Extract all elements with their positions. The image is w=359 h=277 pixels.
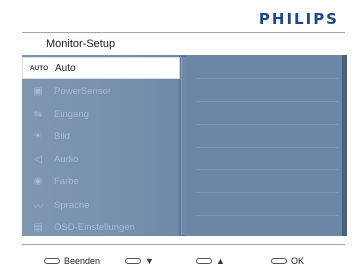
ok-button[interactable]: OK [271, 256, 304, 266]
menu-item-label: Audio [54, 153, 79, 165]
submenu-divider [196, 169, 338, 170]
osd-window: PHILIPS Monitor-Setup AUTO Auto ▣ PowerS… [0, 0, 359, 277]
brand-logo: PHILIPS [258, 10, 339, 28]
menu-item-label: Sprache [54, 199, 90, 211]
down-button[interactable]: ▼ [125, 256, 154, 266]
menu-item-farbe[interactable]: ◉ Farbe [22, 170, 178, 192]
button-oval-icon [196, 258, 212, 264]
menu-item-label: OSD-Einstellungen [54, 221, 135, 233]
language-icon: 〰 [33, 201, 43, 213]
osd-settings-icon: ▤ [33, 221, 43, 233]
menu-item-label: Farbe [54, 175, 79, 187]
menu-item-label: Bild [54, 130, 70, 142]
submenu-divider [196, 192, 338, 193]
footer-controls: Beenden ▼ ▲ OK [0, 256, 359, 272]
exit-button[interactable]: Beenden [44, 256, 100, 266]
submenu-divider [196, 215, 338, 216]
menu-panel: AUTO Auto ▣ PowerSensor ⇋ Eingang ☀ Bild… [22, 55, 347, 236]
input-icon: ⇋ [33, 108, 43, 120]
menu-item-bild[interactable]: ☀ Bild [22, 125, 178, 147]
button-oval-icon [125, 258, 141, 264]
menu-item-label: PowerSensor [54, 85, 112, 97]
menu-item-eingang[interactable]: ⇋ Eingang [22, 103, 178, 125]
button-oval-icon [271, 258, 287, 264]
speaker-icon: ◁ [34, 153, 42, 165]
main-menu: AUTO Auto ▣ PowerSensor ⇋ Eingang ☀ Bild… [22, 55, 180, 236]
menu-item-label: Auto [55, 62, 76, 74]
footer-divider [22, 244, 345, 245]
button-oval-icon [44, 258, 60, 264]
menu-item-auto[interactable]: AUTO Auto [22, 57, 180, 79]
menu-item-label: Eingang [54, 108, 89, 120]
submenu-panel [186, 55, 342, 236]
up-button[interactable]: ▲ [196, 256, 225, 266]
arrow-up-icon: ▲ [216, 256, 225, 266]
panel-edge [342, 55, 347, 236]
color-palette-icon: ◉ [33, 175, 43, 187]
brightness-icon: ☀ [33, 130, 43, 142]
powersensor-icon: ▣ [33, 85, 43, 97]
ok-label: OK [291, 256, 305, 266]
menu-item-sprache[interactable]: 〰 Sprache [22, 194, 178, 216]
header-divider [22, 32, 345, 33]
menu-item-powersensor[interactable]: ▣ PowerSensor [22, 80, 178, 102]
page-title: Monitor-Setup [46, 38, 116, 50]
arrow-down-icon: ▼ [145, 256, 154, 266]
submenu-divider [196, 101, 338, 102]
submenu-divider [196, 124, 338, 125]
auto-icon: AUTO [29, 64, 49, 72]
menu-item-audio[interactable]: ◁ Audio [22, 148, 178, 170]
submenu-divider [196, 147, 338, 148]
exit-label: Beenden [64, 256, 101, 266]
menu-item-osd-einstellungen[interactable]: ▤ OSD-Einstellungen [22, 216, 178, 236]
submenu-divider [196, 78, 338, 79]
